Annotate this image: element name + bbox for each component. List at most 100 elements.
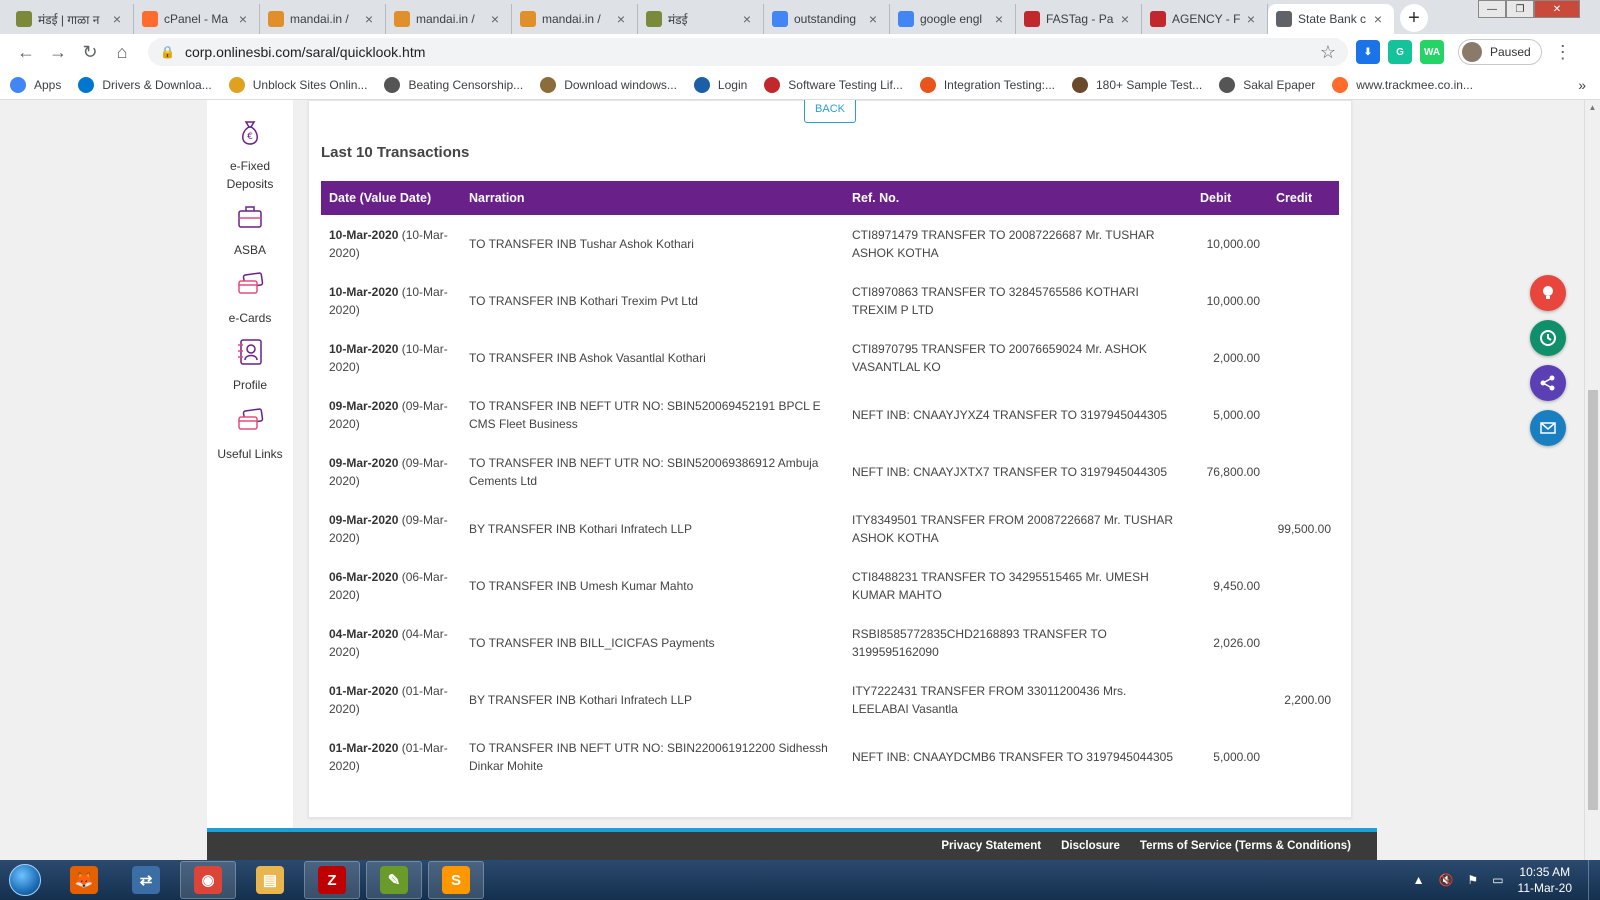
- restore-button[interactable]: ❐: [1506, 0, 1534, 18]
- taskbar-app-button[interactable]: Z: [304, 861, 360, 899]
- transaction-date: 09-Mar-2020: [329, 512, 399, 527]
- profile-button[interactable]: Paused: [1458, 39, 1542, 65]
- tab-close-icon[interactable]: ×: [991, 11, 1007, 27]
- bookmark-item[interactable]: Software Testing Lif...: [764, 76, 903, 93]
- bookmark-item[interactable]: Download windows...: [540, 76, 677, 93]
- bookmark-item[interactable]: Unblock Sites Onlin...: [228, 76, 367, 93]
- whatsapp-icon[interactable]: WA: [1420, 40, 1444, 64]
- bookmark-item[interactable]: Beating Censorship...: [384, 76, 523, 93]
- taskbar-app-button[interactable]: ⇄: [118, 861, 174, 899]
- browser-tab[interactable]: cPanel - Ma ×: [134, 4, 260, 34]
- tab-close-icon[interactable]: ×: [865, 11, 881, 27]
- browser-tab[interactable]: mandai.in / ×: [260, 4, 386, 34]
- sidebar-item-useful-links[interactable]: Useful Links: [207, 406, 293, 463]
- google-icon: [772, 11, 788, 27]
- terms-of-service-link[interactable]: Terms of Service (Terms & Conditions): [1140, 840, 1351, 852]
- fastag-icon: [1024, 11, 1040, 27]
- bookmark-item[interactable]: Drivers & Downloa...: [78, 76, 212, 93]
- tab-close-icon[interactable]: ×: [109, 11, 125, 27]
- bookmark-label: Login: [717, 77, 748, 92]
- show-desktop-button[interactable]: [1588, 860, 1600, 900]
- agency-icon: [1150, 11, 1166, 27]
- system-clock[interactable]: 10:35 AM 11-Mar-20: [1518, 864, 1572, 896]
- browser-tab[interactable]: मंडई | गाळा न ×: [8, 4, 134, 34]
- minimize-button[interactable]: —: [1478, 0, 1506, 18]
- tab-close-icon[interactable]: ×: [487, 11, 503, 27]
- cell-ref-no: RSBI8585772835CHD2168893 TRANSFER TO 319…: [852, 626, 1107, 659]
- forward-arrow-icon[interactable]: →: [42, 38, 74, 66]
- cell-narration: BY TRANSFER INB Kothari Infratech LLP: [469, 521, 692, 536]
- action-center-icon[interactable]: ▭: [1492, 873, 1503, 887]
- tab-close-icon[interactable]: ×: [1117, 11, 1133, 27]
- bookmark-item[interactable]: www.trackmee.co.in...: [1332, 76, 1473, 93]
- network-warning-icon[interactable]: ⚑: [1467, 873, 1478, 887]
- volume-muted-icon[interactable]: 🔇: [1438, 873, 1453, 887]
- back-button[interactable]: BACK: [804, 100, 856, 123]
- tray-up-arrow-icon[interactable]: ▲: [1413, 873, 1425, 887]
- lock-icon[interactable]: 🔒: [160, 45, 175, 59]
- grammarly-icon[interactable]: G: [1388, 40, 1412, 64]
- floating-action-buttons: [1530, 275, 1566, 455]
- window-close-button[interactable]: ✕: [1534, 0, 1580, 18]
- sidebar-item-profile[interactable]: Profile: [207, 337, 293, 394]
- clock-history-icon[interactable]: [1530, 320, 1566, 356]
- bookmark-item[interactable]: Login: [693, 76, 748, 93]
- home-icon[interactable]: ⌂: [106, 38, 138, 66]
- address-bar[interactable]: 🔒 corp.onlinesbi.com/saral/quicklook.htm…: [148, 38, 1348, 66]
- sidebar-item-label: ASBA: [233, 243, 266, 257]
- bookmarks-overflow-icon[interactable]: »: [1578, 77, 1586, 93]
- disclosure-link[interactable]: Disclosure: [1061, 840, 1120, 852]
- share-icon[interactable]: [1530, 365, 1566, 401]
- privacy-statement-link[interactable]: Privacy Statement: [941, 840, 1041, 852]
- profile-icon: [238, 339, 262, 365]
- bookmark-star-icon[interactable]: ☆: [1320, 42, 1336, 63]
- cell-narration: TO TRANSFER INB NEFT UTR NO: SBIN2200619…: [469, 740, 828, 773]
- mail-icon[interactable]: [1530, 410, 1566, 446]
- browser-tab[interactable]: AGENCY - F ×: [1142, 4, 1268, 34]
- extension-download-icon[interactable]: ⬇: [1356, 40, 1380, 64]
- tab-title: mandai.in /: [290, 12, 349, 26]
- tab-close-icon[interactable]: ×: [361, 11, 377, 27]
- sidebar-item-e-fixed-deposits[interactable]: € e-Fixed Deposits: [207, 118, 293, 193]
- tab-close-icon[interactable]: ×: [235, 11, 251, 27]
- bookmarks-bar: Apps Drivers & Downloa... Unblock Sites On…: [0, 70, 1600, 100]
- tab-close-icon[interactable]: ×: [1370, 11, 1386, 27]
- tab-close-icon[interactable]: ×: [1243, 11, 1259, 27]
- mandai-icon: [646, 11, 662, 27]
- sidebar-item-e-cards[interactable]: e-Cards: [207, 270, 293, 327]
- start-button[interactable]: [0, 860, 50, 900]
- bookmark-label: Integration Testing:...: [943, 77, 1055, 92]
- browser-tab[interactable]: State Bank c ×: [1268, 4, 1394, 34]
- transaction-date: 09-Mar-2020: [329, 398, 399, 413]
- transaction-date: 01-Mar-2020: [329, 683, 399, 698]
- taskbar-app-button[interactable]: ▤: [242, 861, 298, 899]
- bookmark-label: Apps: [34, 77, 62, 92]
- scroll-up-icon[interactable]: ▲: [1585, 100, 1600, 116]
- back-arrow-icon[interactable]: ←: [10, 38, 42, 66]
- bookmark-item[interactable]: Sakal Epaper: [1219, 76, 1315, 93]
- url-text: corp.onlinesbi.com/saral/quicklook.htm: [184, 44, 426, 60]
- bookmark-item[interactable]: Apps: [10, 76, 62, 93]
- page-scrollbar[interactable]: ▲: [1584, 100, 1600, 860]
- bookmark-item[interactable]: Integration Testing:...: [919, 76, 1055, 93]
- browser-tab[interactable]: mandai.in / ×: [386, 4, 512, 34]
- browser-tab[interactable]: google engl ×: [890, 4, 1016, 34]
- tab-close-icon[interactable]: ×: [739, 11, 755, 27]
- browser-tab[interactable]: outstanding ×: [764, 4, 890, 34]
- bookmark-item[interactable]: 180+ Sample Test...: [1072, 76, 1202, 93]
- lightbulb-icon[interactable]: [1530, 275, 1566, 311]
- taskbar-app-button[interactable]: ✎: [366, 861, 422, 899]
- sidebar-item-asba[interactable]: ASBA: [207, 202, 293, 259]
- taskbar-app-button[interactable]: 🦊: [56, 861, 112, 899]
- taskbar-app-button[interactable]: S: [428, 861, 484, 899]
- briefcase-icon: [238, 206, 262, 228]
- taskbar-app-button[interactable]: ◉: [180, 861, 236, 899]
- browser-tab[interactable]: मंडई ×: [638, 4, 764, 34]
- reload-icon[interactable]: ↻: [74, 38, 106, 66]
- kebab-menu-icon[interactable]: ⋮: [1554, 42, 1572, 63]
- new-tab-plus-icon[interactable]: +: [1400, 4, 1428, 32]
- browser-tab[interactable]: FASTag - Pa ×: [1016, 4, 1142, 34]
- scrollbar-thumb[interactable]: [1588, 390, 1598, 810]
- browser-tab[interactable]: mandai.in / ×: [512, 4, 638, 34]
- tab-close-icon[interactable]: ×: [613, 11, 629, 27]
